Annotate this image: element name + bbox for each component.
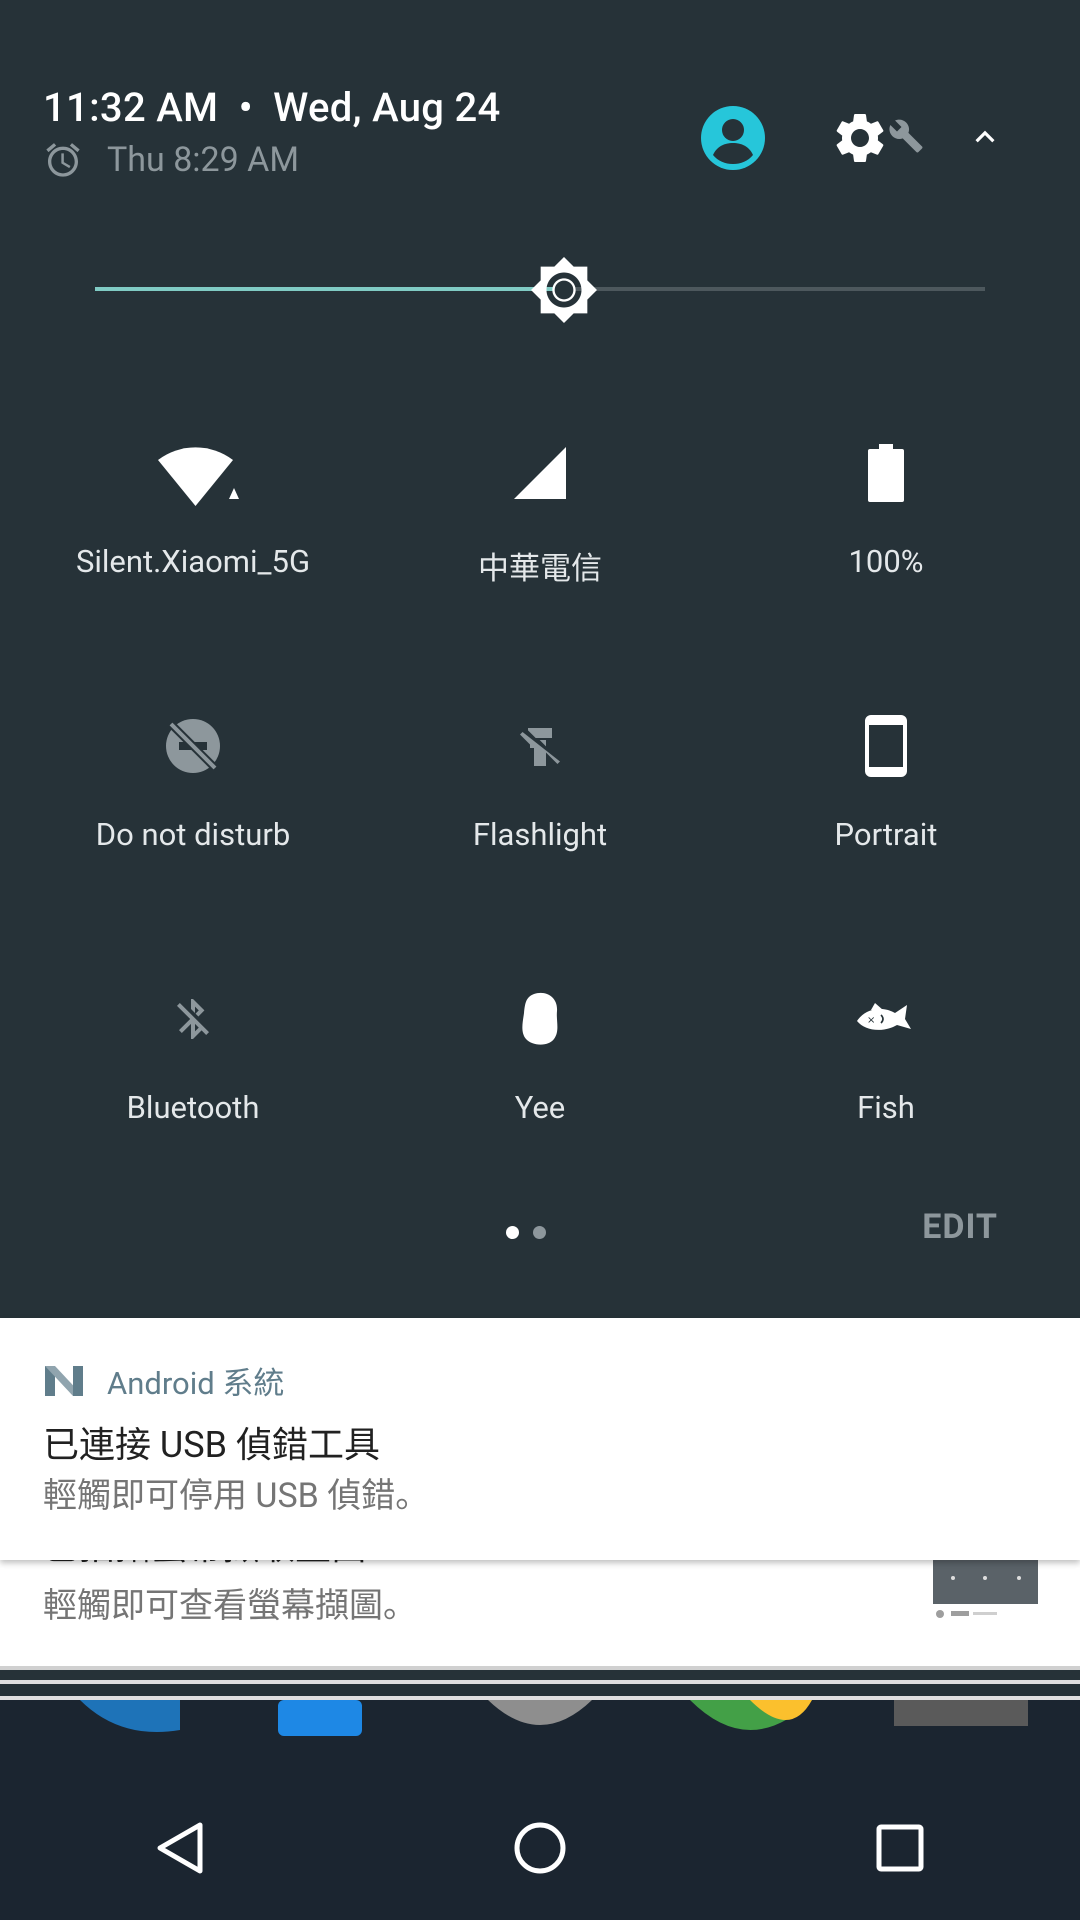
bluetooth-off-icon: [33, 974, 353, 1064]
navigation-bar: [0, 1776, 1080, 1920]
nav-home-button[interactable]: [360, 1776, 720, 1920]
collapse-chevron-up-icon[interactable]: [966, 118, 1004, 160]
date-text[interactable]: Wed, Aug 24: [273, 84, 500, 131]
wrench-icon: [888, 118, 924, 158]
notification-title: 已連接 USB 偵錯工具: [43, 1424, 381, 1466]
alarm-time: Thu 8:29 AM: [107, 140, 300, 180]
tile-label: Yee: [514, 1089, 566, 1126]
screenshot-thumbnail: [933, 1560, 1038, 1624]
tile-yee[interactable]: Yee: [380, 974, 700, 1194]
page-dot-active: [506, 1226, 519, 1239]
brightness-thumb-icon[interactable]: [529, 255, 599, 325]
quick-settings-panel: 11:32 AM • Wed, Aug 24 Thu 8:29 AM Silen…: [0, 0, 1080, 1318]
battery-icon: [726, 428, 1046, 518]
notification-text: 輕觸即可查看螢幕擷圖。: [43, 1586, 417, 1626]
tile-do-not-disturb[interactable]: Do not disturb: [33, 701, 353, 921]
settings-gear-icon[interactable]: [830, 108, 890, 172]
notification-app-row: Android 系統: [43, 1358, 284, 1403]
page-dot: [533, 1226, 546, 1239]
tile-bluetooth[interactable]: Bluetooth: [33, 974, 353, 1194]
alarm-clock-icon: [46, 143, 80, 177]
notification-stack-edge: [0, 1696, 1080, 1700]
nav-recents-button[interactable]: [720, 1776, 1080, 1920]
notification-text: 輕觸即可停用 USB 偵錯。: [43, 1476, 430, 1516]
tile-battery[interactable]: 100%: [726, 428, 1046, 648]
brightness-track-fill: [95, 287, 564, 291]
tile-rotation[interactable]: Portrait: [726, 701, 1046, 921]
tile-flashlight[interactable]: Flashlight: [380, 701, 700, 921]
do-not-disturb-icon: [33, 701, 353, 791]
fish-icon: ×: [726, 974, 1046, 1064]
status-time-date[interactable]: 11:32 AM • Wed, Aug 24: [43, 84, 501, 131]
notification-usb-debugging[interactable]: Android 系統 已連接 USB 偵錯工具 輕觸即可停用 USB 偵錯。: [0, 1318, 1080, 1560]
portrait-icon: [726, 701, 1046, 791]
nav-back-button[interactable]: [0, 1776, 360, 1920]
date-separator: •: [238, 84, 253, 131]
yee-icon: [380, 974, 700, 1064]
tile-label: 100%: [848, 543, 924, 580]
brightness-slider[interactable]: [95, 255, 985, 325]
svg-text:×: ×: [867, 1015, 875, 1026]
tile-label: Do not disturb: [95, 816, 291, 853]
tile-label: Silent.Xiaomi_5G: [75, 543, 311, 580]
user-avatar-icon[interactable]: [700, 105, 766, 175]
notification-app-name: Android 系統: [107, 1365, 285, 1402]
clock-time[interactable]: 11:32 AM: [43, 84, 218, 131]
android-n-logo-icon: [45, 1365, 83, 1396]
tile-label: Flashlight: [472, 816, 608, 853]
recents-square-icon: [876, 1824, 924, 1872]
next-alarm[interactable]: Thu 8:29 AM: [43, 140, 299, 180]
page-indicator: [506, 1226, 546, 1239]
tile-cellular[interactable]: 中華電信: [380, 428, 700, 648]
tile-label: Portrait: [834, 816, 938, 853]
notification-stack-edge: [0, 1680, 1080, 1684]
tile-wifi[interactable]: Silent.Xiaomi_5G: [33, 428, 353, 648]
edit-button[interactable]: EDIT: [922, 1207, 998, 1247]
tile-label: Bluetooth: [126, 1089, 260, 1126]
home-circle-icon: [514, 1822, 566, 1874]
cell-signal-icon: [380, 428, 700, 518]
flashlight-off-icon: [380, 701, 700, 791]
tile-label: 中華電信: [478, 550, 602, 587]
tile-fish[interactable]: × Fish: [726, 974, 1046, 1194]
back-triangle-icon: [157, 1822, 203, 1874]
tile-label: Fish: [857, 1089, 915, 1126]
wifi-icon: [33, 428, 353, 518]
